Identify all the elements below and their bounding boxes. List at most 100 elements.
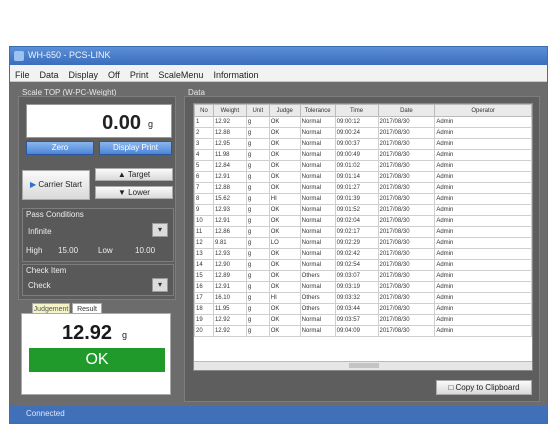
table-cell: Normal (299, 204, 336, 216)
menu-scale[interactable]: ScaleMenu (153, 68, 208, 80)
table-cell: Normal (299, 127, 336, 139)
window-title: WH-650 - PCS-LINK (28, 50, 111, 60)
table-row[interactable]: 8 15.62 g HI Normal 09:01:39 2017/08/30 Admin (194, 193, 532, 205)
col-tolerance[interactable]: Tolerance (299, 104, 336, 117)
table-cell: 12.91 (212, 281, 247, 293)
col-judge[interactable]: Judge (268, 104, 301, 117)
table-cell: 09:03:19 (334, 281, 379, 293)
col-date[interactable]: Date (377, 104, 436, 117)
table-cell: OK (268, 116, 301, 128)
table-cell: 2017/08/30 (377, 248, 436, 260)
table-cell: g (245, 270, 270, 282)
table-row[interactable]: 17 16.10 g HI Others 09:03:32 2017/08/30 Admin (194, 292, 532, 304)
check-dropdown[interactable]: ▾ (152, 278, 168, 292)
table-cell: 09:02:17 (334, 226, 379, 238)
table-cell: 09:04:09 (334, 325, 379, 337)
carrier-start-button[interactable]: ▶ Carrier Start (22, 170, 90, 200)
table-cell: OK (268, 182, 301, 194)
col-operator[interactable]: Operator (434, 104, 532, 117)
col-weight[interactable]: Weight (212, 104, 247, 117)
table-cell: g (245, 314, 270, 326)
table-row[interactable]: 18 11.95 g OK Others 09:03:44 2017/08/30 Admin (194, 303, 532, 315)
menu-file[interactable]: File (10, 68, 35, 80)
table-row[interactable]: 11 12.86 g OK Normal 09:02:17 2017/08/30 Admin (194, 226, 532, 238)
data-table[interactable]: No Weight Unit Judge Tolerance Time Date… (193, 103, 533, 371)
table-cell: OK (268, 270, 301, 282)
table-cell: Admin (434, 325, 532, 337)
table-row[interactable]: 19 12.92 g OK Normal 09:03:57 2017/08/30 Admin (194, 314, 532, 326)
horizontal-scrollbar[interactable] (194, 361, 532, 370)
table-row[interactable]: 5 12.84 g OK Normal 09:01:02 2017/08/30 Admin (194, 160, 532, 172)
table-row[interactable]: 1 12.92 g OK Normal 09:00:12 2017/08/30 Admin (194, 116, 532, 128)
table-row[interactable]: 2 12.88 g OK Normal 09:00:24 2017/08/30 Admin (194, 127, 532, 139)
table-row[interactable]: 10 12.91 g OK Normal 09:02:04 2017/08/30 Admin (194, 215, 532, 227)
weight-display: 0.00 g (26, 104, 172, 138)
table-cell: g (245, 116, 270, 128)
table-cell: 2017/08/30 (377, 259, 436, 271)
table-cell: OK (268, 149, 301, 161)
table-row[interactable]: 15 12.89 g OK Others 09:03:07 2017/08/30 Admin (194, 270, 532, 282)
result-display: 12.92 g OK (21, 313, 171, 395)
table-cell: 09:02:42 (334, 248, 379, 260)
menu-display[interactable]: Display (64, 68, 104, 80)
col-no[interactable]: No (194, 104, 214, 117)
high-label: High (26, 246, 43, 255)
table-row[interactable]: 12 9.81 g LO Normal 09:02:29 2017/08/30 Admin (194, 237, 532, 249)
table-cell: 2017/08/30 (377, 314, 436, 326)
clipboard-icon: □ (448, 383, 454, 392)
table-cell: g (245, 182, 270, 194)
menu-bar: File Data Display Off Print ScaleMenu Informat… (10, 65, 547, 82)
conditions-dropdown[interactable]: ▾ (152, 223, 168, 237)
table-cell: 09:03:57 (334, 314, 379, 326)
table-cell: 17 (194, 292, 214, 304)
table-cell: Normal (299, 149, 336, 161)
table-row[interactable]: 7 12.88 g OK Normal 09:01:27 2017/08/30 Admin (194, 182, 532, 194)
table-cell: Normal (299, 237, 336, 249)
table-cell: 20 (194, 325, 214, 337)
table-cell: 12.88 (212, 182, 247, 194)
low-value: 10.00 (135, 246, 156, 255)
table-cell: 15 (194, 270, 214, 282)
table-header-row: No Weight Unit Judge Tolerance Time Date… (194, 104, 532, 117)
table-cell: OK (268, 314, 301, 326)
table-cell: OK (268, 171, 301, 183)
status-text: Connected (26, 409, 65, 418)
table-cell: OK (268, 325, 301, 337)
menu-data[interactable]: Data (35, 68, 64, 80)
table-cell: 09:00:37 (334, 138, 379, 150)
table-cell: 09:00:24 (334, 127, 379, 139)
table-row[interactable]: 6 12.91 g OK Normal 09:01:14 2017/08/30 Admin (194, 171, 532, 183)
table-cell: 09:03:32 (334, 292, 379, 304)
table-row[interactable]: 3 12.95 g OK Normal 09:00:37 2017/08/30 Admin (194, 138, 532, 150)
table-cell: 12.90 (212, 259, 247, 271)
target-button[interactable]: ▲ Target (95, 168, 173, 181)
play-icon: ▶ (30, 180, 37, 189)
table-cell: OK (268, 303, 301, 315)
table-cell: g (245, 259, 270, 271)
menu-off[interactable]: Off (103, 68, 125, 80)
menu-information[interactable]: Information (208, 68, 263, 80)
col-time[interactable]: Time (334, 104, 379, 117)
table-cell: 2017/08/30 (377, 270, 436, 282)
table-cell: 09:01:52 (334, 204, 379, 216)
result-unit: g (122, 330, 128, 340)
scrollbar-thumb[interactable] (349, 363, 379, 368)
table-cell: 10 (194, 215, 214, 227)
table-row[interactable]: 20 12.92 g OK Normal 09:04:09 2017/08/30 Admin (194, 325, 532, 337)
table-row[interactable]: 16 12.91 g OK Normal 09:03:19 2017/08/30 Admin (194, 281, 532, 293)
table-cell: 2017/08/30 (377, 116, 436, 128)
table-row[interactable]: 9 12.93 g OK Normal 09:01:52 2017/08/30 Admin (194, 204, 532, 216)
table-cell: Normal (299, 182, 336, 194)
copy-clipboard-button[interactable]: □ Copy to Clipboard (436, 380, 532, 395)
col-unit[interactable]: Unit (245, 104, 270, 117)
table-row[interactable]: 14 12.90 g OK Normal 09:02:54 2017/08/30 Admin (194, 259, 532, 271)
table-cell: Admin (434, 270, 532, 282)
print-button[interactable]: Display Print (99, 141, 172, 155)
zero-button[interactable]: Zero (26, 141, 94, 155)
menu-print[interactable]: Print (125, 68, 154, 80)
lower-button[interactable]: ▼ Lower (95, 186, 173, 199)
table-row[interactable]: 4 11.98 g OK Normal 09:00:49 2017/08/30 Admin (194, 149, 532, 161)
carrier-start-label: Carrier Start (38, 180, 82, 189)
table-row[interactable]: 13 12.93 g OK Normal 09:02:42 2017/08/30 Admin (194, 248, 532, 260)
down-icon: ▼ (118, 188, 126, 197)
